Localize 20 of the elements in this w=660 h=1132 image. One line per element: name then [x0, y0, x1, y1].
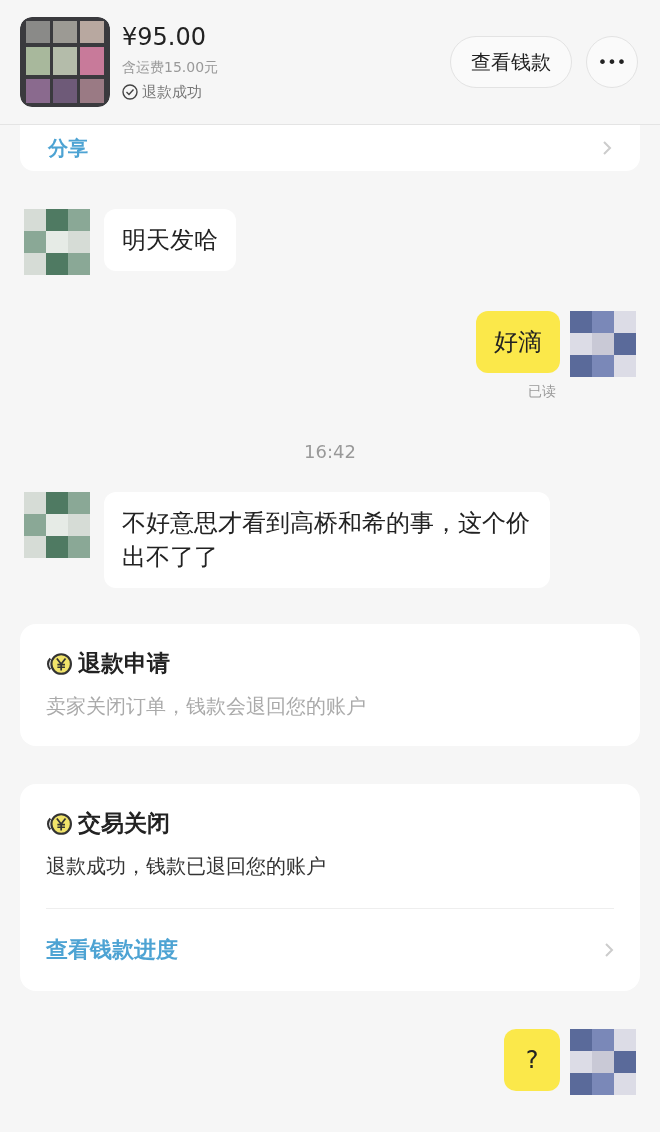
- message-bubble: 明天发哈: [104, 209, 236, 271]
- card-text: 卖家关闭订单，钱款会退回您的账户: [46, 693, 367, 720]
- read-receipt: 已读: [528, 383, 556, 401]
- coin-icon: [46, 651, 72, 676]
- price: ¥95.00: [122, 22, 207, 51]
- more-button[interactable]: •••: [586, 36, 638, 88]
- order-status: 退款成功: [142, 82, 202, 102]
- card-title: 退款申请: [78, 649, 170, 678]
- check-circle-icon: [122, 84, 138, 100]
- view-payment-button[interactable]: 查看钱款: [450, 36, 572, 88]
- shipping-fee: 含运费15.00元: [122, 58, 220, 77]
- message-bubble: ?: [504, 1029, 560, 1091]
- coin-icon: [46, 811, 72, 836]
- card-title: 交易关闭: [78, 809, 170, 838]
- chevron-icon: [602, 140, 612, 156]
- card-text: 退款成功，钱款已退回您的账户: [46, 853, 327, 880]
- message-bubble: 不好意思才看到高桥和希的事，这个价出不了了: [104, 492, 550, 588]
- message-bubble: 好滴: [476, 311, 560, 373]
- timestamp: 16:42: [304, 441, 356, 462]
- chevron-icon: [604, 942, 614, 958]
